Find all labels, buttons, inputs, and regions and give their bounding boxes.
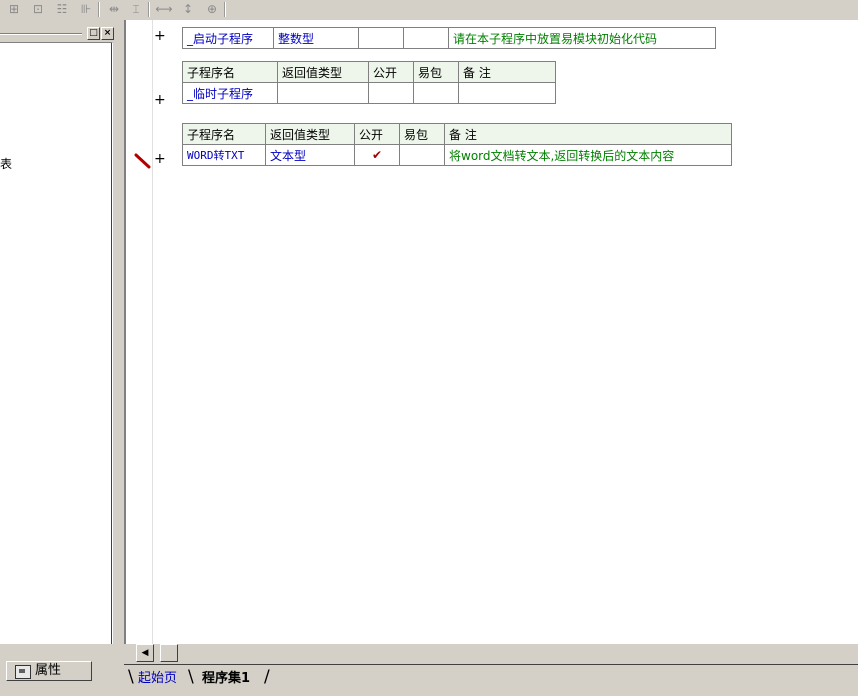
header-sub-name: 子程序名 xyxy=(182,123,266,145)
panel-tree-area[interactable]: 表 xyxy=(0,42,113,644)
header-public: 公开 xyxy=(368,61,414,83)
header-note: 备 注 xyxy=(444,123,732,145)
table-row: _启动子程序 整数型 请在本子程序中放置易模块初始化代码 xyxy=(182,27,716,49)
subroutine-table-startup: _启动子程序 整数型 请在本子程序中放置易模块初始化代码 xyxy=(182,27,716,49)
header-public: 公开 xyxy=(354,123,400,145)
header-return-type: 返回值类型 xyxy=(265,123,355,145)
header-return-type: 返回值类型 xyxy=(277,61,369,83)
document-tabbar: \ 起始页 \ 程序集1 / xyxy=(124,664,858,696)
header-note: 备 注 xyxy=(458,61,556,83)
toolbar: ⊞ ⊡ ☷ ⊪ ⇹ ⌶ ⟷ ↕ ⊕ xyxy=(0,0,858,21)
subroutine-table-temp: 子程序名 返回值类型 公开 易包 备 注 _临时子程序 xyxy=(182,61,556,104)
tab-divider: \ xyxy=(128,667,134,687)
sub-name-cell[interactable]: _临时子程序 xyxy=(182,82,278,104)
note-cell[interactable]: 将word文档转文本,返回转换后的文本内容 xyxy=(444,144,732,166)
align-top-icon[interactable]: ☷ xyxy=(52,1,72,17)
scroll-thumb[interactable] xyxy=(160,644,178,662)
public-cell[interactable] xyxy=(358,27,404,49)
scroll-left-arrow-icon[interactable]: ◀ xyxy=(136,644,154,662)
maximize-icon[interactable]: □ xyxy=(87,27,100,40)
panel-titlebar: □ × xyxy=(0,25,118,41)
header-easy-pkg: 易包 xyxy=(413,61,459,83)
align-center-icon[interactable]: ⊡ xyxy=(28,1,48,17)
tab-divider: / xyxy=(264,667,270,687)
property-tab[interactable]: 属性 xyxy=(6,661,92,681)
property-tab-label: 属性 xyxy=(35,663,62,678)
editor-gutter xyxy=(126,20,153,644)
subroutine-table-word-to-txt: 子程序名 返回值类型 公开 易包 备 注 WORD转TXT 文本型 ✔ 将wor… xyxy=(182,123,732,166)
align-bottom-icon[interactable]: ⊪ xyxy=(76,1,96,17)
tab-divider: \ xyxy=(188,667,194,687)
table-row: _临时子程序 xyxy=(182,82,556,104)
header-easy-pkg: 易包 xyxy=(399,123,445,145)
horizontal-scrollbar[interactable]: ◀ xyxy=(124,644,858,662)
easy-pkg-cell[interactable] xyxy=(399,144,445,166)
note-cell[interactable]: 请在本子程序中放置易模块初始化代码 xyxy=(448,27,716,49)
pencil-icon xyxy=(134,153,151,169)
property-icon xyxy=(15,665,31,679)
close-icon[interactable]: × xyxy=(101,27,114,40)
note-cell[interactable] xyxy=(458,82,556,104)
same-height-icon[interactable]: ↕ xyxy=(178,1,198,17)
public-check-icon[interactable]: ✔ xyxy=(354,144,400,166)
tab-program-set[interactable]: 程序集1 xyxy=(202,669,250,689)
sub-name-cell[interactable]: _启动子程序 xyxy=(182,27,274,49)
toolbar-separator xyxy=(148,2,150,17)
table-header-row: 子程序名 返回值类型 公开 易包 备 注 xyxy=(182,61,556,83)
return-type-cell[interactable] xyxy=(277,82,369,104)
align-left-icon[interactable]: ⊞ xyxy=(4,1,24,17)
same-size-icon[interactable]: ⊕ xyxy=(202,1,222,17)
space-vertical-icon[interactable]: ⌶ xyxy=(126,1,146,17)
workspace-panel: □ × 表 属性 xyxy=(0,20,124,695)
return-type-cell[interactable]: 整数型 xyxy=(273,27,359,49)
panel-partial-text: 表 xyxy=(0,157,13,171)
sub-name-cell[interactable]: WORD转TXT xyxy=(182,144,266,166)
table-row: WORD转TXT 文本型 ✔ 将word文档转文本,返回转换后的文本内容 xyxy=(182,144,732,166)
table-header-row: 子程序名 返回值类型 公开 易包 备 注 xyxy=(182,123,732,145)
same-width-icon[interactable]: ⟷ xyxy=(154,1,174,17)
expand-plus-icon[interactable]: + xyxy=(154,151,166,167)
panel-title-line xyxy=(0,33,82,35)
easy-pkg-cell[interactable] xyxy=(403,27,449,49)
toolbar-separator xyxy=(224,2,226,17)
space-horizontal-icon[interactable]: ⇹ xyxy=(104,1,124,17)
expand-plus-icon[interactable]: + xyxy=(154,92,166,108)
public-cell[interactable] xyxy=(368,82,414,104)
return-type-cell[interactable]: 文本型 xyxy=(265,144,355,166)
tab-start-page[interactable]: 起始页 xyxy=(138,669,177,689)
header-sub-name: 子程序名 xyxy=(182,61,278,83)
toolbar-separator xyxy=(98,2,100,17)
expand-plus-icon[interactable]: + xyxy=(154,28,166,44)
easy-pkg-cell[interactable] xyxy=(413,82,459,104)
code-editor[interactable]: + _启动子程序 整数型 请在本子程序中放置易模块初始化代码 子程序名 返回值类… xyxy=(124,20,858,644)
